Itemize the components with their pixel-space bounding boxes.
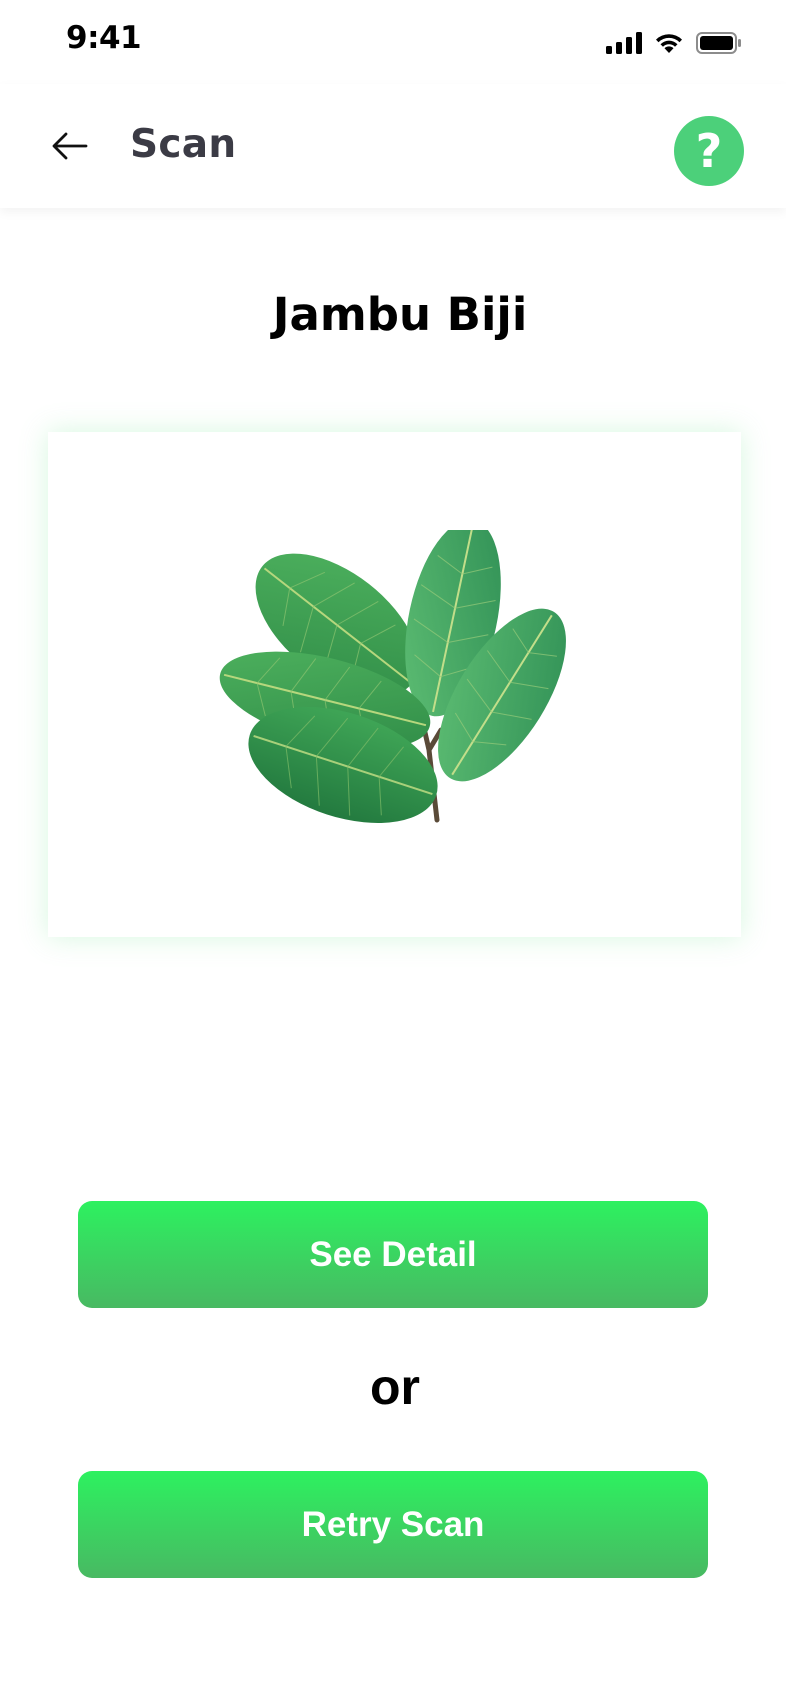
question-icon: ? bbox=[695, 124, 723, 178]
wifi-icon bbox=[656, 34, 682, 53]
back-button[interactable] bbox=[44, 120, 96, 172]
plant-name: Jambu Biji bbox=[272, 288, 528, 341]
scan-image-card bbox=[48, 432, 741, 937]
status-bar: 9:41 bbox=[0, 0, 786, 84]
app-header: Scan ? bbox=[0, 84, 786, 208]
see-detail-button[interactable]: See Detail bbox=[78, 1201, 708, 1308]
page-title: Scan bbox=[130, 122, 237, 167]
arrow-left-icon bbox=[52, 132, 88, 160]
status-icons bbox=[606, 32, 742, 54]
signal-icon bbox=[606, 32, 642, 54]
status-time: 9:41 bbox=[66, 20, 142, 56]
retry-scan-button[interactable]: Retry Scan bbox=[78, 1471, 708, 1578]
help-button[interactable]: ? bbox=[674, 116, 744, 186]
guava-leaves-image bbox=[219, 529, 566, 823]
battery-icon bbox=[696, 32, 741, 54]
or-separator: or bbox=[370, 1359, 420, 1415]
